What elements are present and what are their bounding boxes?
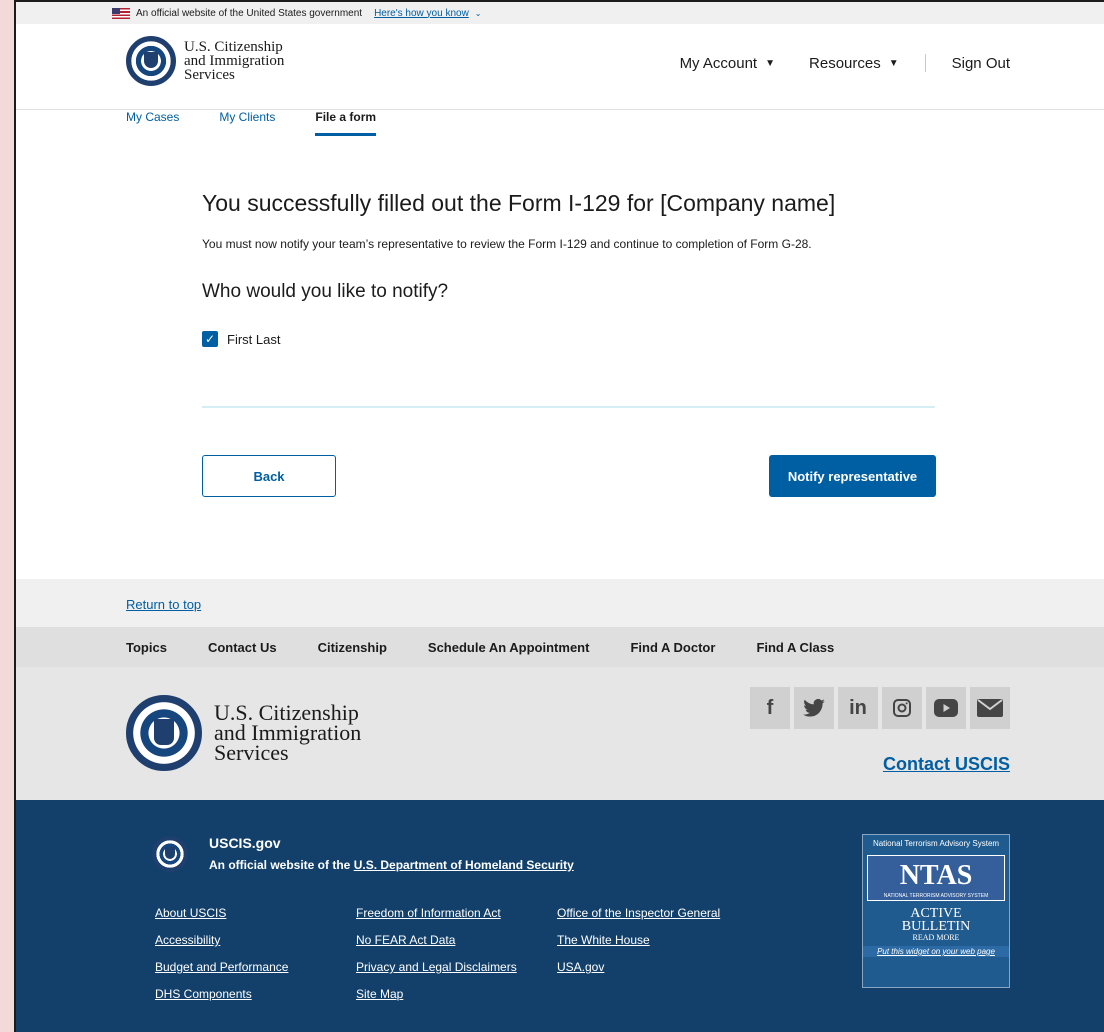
twitter-icon[interactable] [794,687,834,729]
footer-logo-text: U.S. Citizenship and Immigration Service… [214,702,361,765]
footer-nav-topics[interactable]: Topics [126,640,167,655]
chevron-down-icon[interactable]: ⌄ [475,9,482,18]
representative-checkbox[interactable]: ✓ [202,331,218,347]
dhs-link[interactable]: U.S. Department of Homeland Security [354,858,574,872]
footer-links-col-1: About USCIS Accessibility Budget and Per… [155,906,288,1014]
notify-representative-button[interactable]: Notify representative [769,455,936,497]
page-title: You successfully filled out the Form I-1… [202,190,836,216]
page-description: You must now notify your team’s represen… [202,237,812,251]
logo-line-2: and Immigration [184,53,285,69]
top-nav: My Account ▼ Resources ▼ Sign Out [680,54,1010,72]
ntas-widget[interactable]: National Terrorism Advisory System NTAS … [862,834,1010,988]
social-links: f in [750,687,1010,729]
ntas-title: National Terrorism Advisory System [872,839,1000,848]
sub-nav-tabs: My Cases My Clients File a form [126,110,416,136]
resources-menu[interactable]: Resources ▼ [809,55,899,72]
dhs-components-link[interactable]: DHS Components [155,987,288,1001]
uscis-gov-label: USCIS.gov [209,835,281,851]
us-flag-icon [112,7,130,19]
no-fear-act-link[interactable]: No FEAR Act Data [356,933,517,947]
footer-nav-schedule-appointment[interactable]: Schedule An Appointment [428,640,590,655]
heres-how-you-know-link[interactable]: Here's how you know [374,8,469,19]
section-divider [202,406,935,408]
site-header: U.S. Citizenship and Immigration Service… [16,24,1104,136]
footer-nav: Topics Contact Us Citizenship Schedule A… [16,627,1104,667]
logo-line-1: U.S. Citizenship [184,39,283,55]
footer-identifier: USCIS.gov An official website of the U.S… [16,800,1104,1032]
return-to-top-link[interactable]: Return to top [126,597,201,612]
dhs-seal-icon [152,836,188,872]
ntas-logo-text: NTAS [899,860,973,891]
dhs-seal-icon [126,695,202,771]
ntas-widget-link[interactable]: Put this widget on your web page [863,946,1009,957]
instagram-icon[interactable] [882,687,922,729]
footer-uscis-logo[interactable]: U.S. Citizenship and Immigration Service… [126,695,361,771]
representative-checkbox-row[interactable]: ✓ First Last [202,331,936,347]
footer-logo-line-3: Services [214,740,289,765]
caret-down-icon: ▼ [765,57,776,69]
tab-my-cases[interactable]: My Cases [126,110,179,136]
about-uscis-link[interactable]: About USCIS [155,906,288,920]
privacy-legal-link[interactable]: Privacy and Legal Disclaimers [356,960,517,974]
footer-links-col-2: Freedom of Information Act No FEAR Act D… [356,906,517,1014]
ntas-bulletin: BULLETIN [901,919,971,934]
contact-uscis-link[interactable]: Contact USCIS [883,754,1010,775]
linkedin-icon[interactable]: in [838,687,878,729]
gov-banner: An official website of the United States… [16,2,1104,24]
email-icon[interactable] [970,687,1010,729]
facebook-icon[interactable]: f [750,687,790,729]
usa-gov-link[interactable]: USA.gov [557,960,720,974]
main-content: You successfully filled out the Form I-1… [202,187,936,347]
official-prefix: An official website of the [209,858,351,872]
inspector-general-link[interactable]: Office of the Inspector General [557,906,720,920]
ntas-logo-subtext: NATIONAL TERRORISM ADVISORY SYSTEM [883,893,989,899]
white-house-link[interactable]: The White House [557,933,720,947]
official-website-text: An official website of the U.S. Departme… [209,858,574,872]
my-account-label: My Account [679,54,758,72]
browser-page: An official website of the United States… [14,0,1104,1032]
resources-label: Resources [809,54,881,72]
footer-nav-find-a-class[interactable]: Find A Class [756,640,834,655]
gov-banner-text: An official website of the United States… [136,7,363,19]
ntas-read-more[interactable]: READ MORE [863,933,1009,942]
uscis-logo[interactable]: U.S. Citizenship and Immigration Service… [126,36,284,86]
representative-checkbox-label[interactable]: First Last [227,332,280,347]
notify-question: Who would you like to notify? [202,281,449,302]
return-to-top-bar: Return to top [16,579,1104,627]
footer-links-col-3: Office of the Inspector General The Whit… [557,906,720,987]
footer-nav-citizenship[interactable]: Citizenship [318,640,387,655]
back-button[interactable]: Back [202,455,336,497]
my-account-menu[interactable]: My Account ▼ [680,55,775,72]
tab-my-clients[interactable]: My Clients [219,110,275,136]
dhs-seal-icon [126,36,176,86]
site-map-link[interactable]: Site Map [356,987,517,1001]
accessibility-link[interactable]: Accessibility [155,933,288,947]
youtube-icon[interactable] [926,687,966,729]
caret-down-icon: ▼ [888,57,899,69]
foia-link[interactable]: Freedom of Information Act [356,906,517,920]
ntas-logo: NTAS NATIONAL TERRORISM ADVISORY SYSTEM [867,855,1005,901]
footer-logo-section: U.S. Citizenship and Immigration Service… [16,667,1104,800]
footer-nav-find-a-doctor[interactable]: Find A Doctor [630,640,715,655]
footer-nav-contact-us[interactable]: Contact Us [208,640,277,655]
logo-text: U.S. Citizenship and Immigration Service… [184,39,285,83]
logo-line-3: Services [184,67,235,83]
sign-out-link[interactable]: Sign Out [952,55,1010,72]
tab-file-a-form[interactable]: File a form [315,110,377,136]
budget-performance-link[interactable]: Budget and Performance [155,960,288,974]
nav-divider [924,54,926,72]
